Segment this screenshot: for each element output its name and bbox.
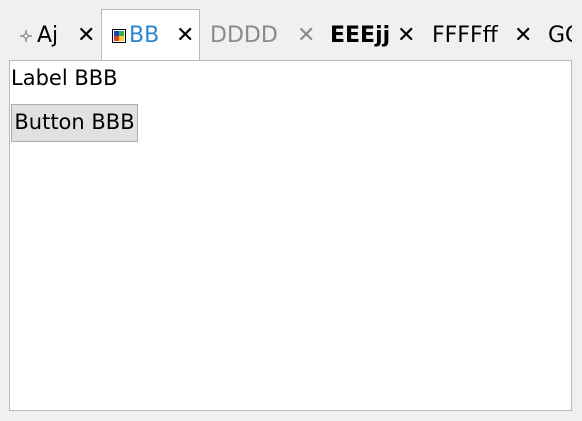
tab-strip: Aj ✕ BB ✕ DDDD ✕ EEEjj ✕ FFFFff ✕ G [0, 0, 582, 61]
tab-eeejj[interactable]: EEEjj ✕ [320, 10, 420, 60]
tab-close-button[interactable]: ✕ [397, 23, 415, 49]
tab-close-button[interactable]: ✕ [77, 23, 95, 49]
tab-label: BB [129, 23, 160, 48]
content-label: Label BBB [11, 66, 118, 90]
tab-gg[interactable]: GG [538, 10, 572, 60]
tab-bb[interactable]: BB ✕ [101, 9, 200, 60]
tab-close-button[interactable]: ✕ [297, 23, 315, 49]
tab-close-button[interactable]: ✕ [176, 23, 194, 49]
tab-label: GG [548, 23, 572, 48]
tab-folder-window: Aj ✕ BB ✕ DDDD ✕ EEEjj ✕ FFFFff ✕ G Labe… [0, 0, 582, 421]
crosshair-icon [20, 30, 32, 42]
content-button[interactable]: Button BBB [11, 104, 138, 142]
tab-ffffff[interactable]: FFFFff ✕ [420, 10, 538, 60]
tab-aj[interactable]: Aj ✕ [13, 10, 101, 60]
tab-dddd[interactable]: DDDD ✕ [200, 10, 320, 60]
tab-label: FFFFff [432, 23, 498, 48]
tab-label: EEEjj [330, 23, 391, 48]
tab-close-button[interactable]: ✕ [514, 23, 532, 49]
tab-content-panel: Label BBB Button BBB [9, 60, 572, 411]
tab-label: Aj [37, 23, 59, 48]
color-grid-icon [112, 29, 126, 43]
tab-label: DDDD [210, 23, 278, 48]
